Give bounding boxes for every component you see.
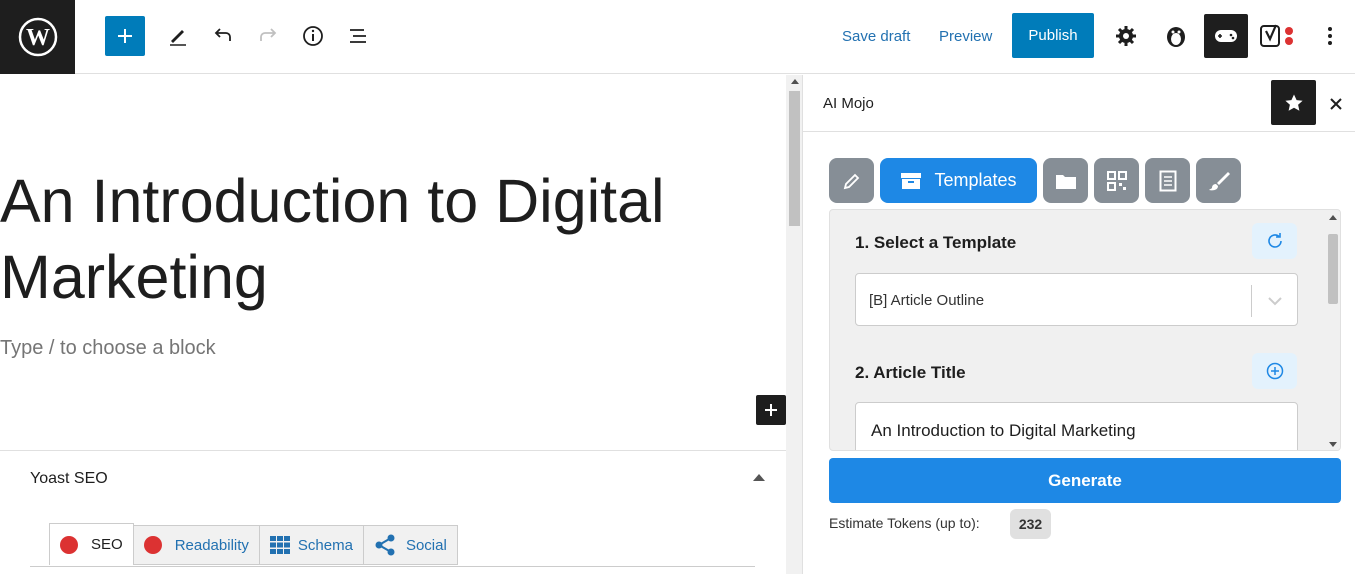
sidebar-title: AI Mojo <box>823 95 874 112</box>
list-view-button[interactable] <box>336 14 380 58</box>
pin-star-button[interactable] <box>1271 80 1316 125</box>
penguin-plugin-button[interactable] <box>1154 14 1198 58</box>
divider <box>30 566 755 567</box>
red-dot-icon <box>60 535 78 554</box>
info-icon <box>303 26 323 46</box>
details-button[interactable] <box>291 14 335 58</box>
gamepad-plugin-button[interactable] <box>1204 14 1248 58</box>
collapse-caret-icon[interactable] <box>753 474 765 481</box>
pencil-icon <box>170 30 186 46</box>
brush-icon <box>1208 171 1230 190</box>
editor-canvas: An Introduction to Digital Marketing Typ… <box>0 75 786 574</box>
penguin-icon <box>1167 27 1185 47</box>
scroll-up-arrow-icon[interactable] <box>1329 215 1337 220</box>
inline-block-inserter-button[interactable] <box>756 395 786 425</box>
tab-label: Schema <box>297 536 353 554</box>
tab-readability[interactable]: Readability <box>133 525 260 565</box>
generate-button[interactable]: Generate <box>829 458 1341 503</box>
yoast-tabs: SEO Readability Schema Social <box>49 523 458 565</box>
gear-icon <box>1116 26 1136 46</box>
undo-icon <box>214 28 231 41</box>
star-icon <box>1284 94 1303 111</box>
archive-box-icon <box>901 172 922 189</box>
document-icon <box>1159 170 1176 191</box>
editor-scrollbar[interactable] <box>786 75 803 574</box>
tool-document-button[interactable] <box>1145 158 1190 203</box>
tools-button[interactable] <box>156 14 200 58</box>
block-inserter-button[interactable] <box>105 16 145 56</box>
tool-templates-label: Templates <box>934 170 1017 190</box>
tab-social[interactable]: Social <box>363 525 458 565</box>
svg-text:W: W <box>26 25 50 51</box>
wordpress-logo-icon[interactable]: W <box>0 0 75 74</box>
tab-label: SEO <box>91 536 123 553</box>
block-placeholder[interactable]: Type / to choose a block <box>0 337 216 360</box>
yoast-seo-panel: Yoast SEO SEO Readability Schema Social <box>0 450 786 574</box>
tool-folder-button[interactable] <box>1043 158 1088 203</box>
scroll-down-arrow-icon[interactable] <box>1329 442 1337 447</box>
select-separator <box>1251 285 1252 317</box>
settings-button[interactable] <box>1104 14 1148 58</box>
select-template-label: 1. Select a Template <box>855 233 1017 252</box>
yoast-panel-title[interactable]: Yoast SEO <box>30 470 108 488</box>
tool-templates-button[interactable]: Templates <box>880 158 1037 203</box>
tab-seo[interactable]: SEO <box>49 523 134 565</box>
tab-label: Social <box>405 536 447 554</box>
ai-mojo-sidebar: AI Mojo Templates 1. Select a Template [… <box>803 75 1355 574</box>
preview-button[interactable]: Preview <box>939 28 992 45</box>
tool-write-button[interactable] <box>829 158 874 203</box>
close-sidebar-button[interactable] <box>1325 93 1347 115</box>
options-button[interactable] <box>1308 14 1352 58</box>
scrollbar-thumb[interactable] <box>789 91 800 226</box>
scrollbar-thumb[interactable] <box>1328 234 1338 304</box>
share-icon <box>375 534 395 556</box>
template-select-value: [B] Article Outline <box>869 292 985 309</box>
yoast-icon <box>1260 24 1293 47</box>
redo-icon <box>260 28 277 41</box>
redo-button[interactable] <box>246 14 290 58</box>
more-vertical-icon <box>1328 27 1332 45</box>
estimate-tokens-label: Estimate Tokens (up to): <box>829 515 980 531</box>
red-dot-icon <box>143 536 162 554</box>
plus-circle-icon <box>1266 362 1283 380</box>
undo-button[interactable] <box>201 14 245 58</box>
list-view-icon <box>350 29 366 43</box>
publish-button[interactable]: Publish <box>1012 13 1094 58</box>
article-title-value: An Introduction to Digital Marketing <box>871 421 1136 440</box>
refresh-templates-button[interactable] <box>1252 223 1297 259</box>
article-title-label: 2. Article Title <box>855 363 966 382</box>
yoast-plugin-button[interactable] <box>1255 14 1299 58</box>
pencil-icon <box>843 173 859 189</box>
close-icon <box>1330 98 1342 110</box>
gamepad-icon <box>1215 30 1237 42</box>
tab-schema[interactable]: Schema <box>259 525 364 565</box>
token-count-badge: 232 <box>1010 509 1051 539</box>
ai-tool-tabs: Templates <box>829 158 1247 203</box>
tab-label: Readability <box>174 536 249 554</box>
template-form-panel: 1. Select a Template [B] Article Outline… <box>829 209 1341 451</box>
panel-scrollbar[interactable] <box>1326 210 1340 450</box>
editor-header: W Save draft Preview Publish <box>0 0 1355 74</box>
article-title-input[interactable]: An Introduction to Digital Marketing <box>855 402 1298 450</box>
refresh-icon <box>1267 233 1282 248</box>
folder-icon <box>1055 174 1076 189</box>
save-draft-button[interactable]: Save draft <box>842 28 910 45</box>
post-title[interactable]: An Introduction to Digital Marketing <box>0 163 740 315</box>
tool-brush-button[interactable] <box>1196 158 1241 203</box>
grid-icon <box>269 536 290 554</box>
scroll-up-arrow-icon[interactable] <box>791 79 799 84</box>
template-select[interactable]: [B] Article Outline <box>855 273 1298 326</box>
add-field-button[interactable] <box>1252 353 1297 389</box>
chevron-down-icon[interactable] <box>1265 291 1285 311</box>
sidebar-header: AI Mojo <box>803 75 1355 132</box>
plus-icon <box>118 29 132 43</box>
plus-icon <box>765 404 777 416</box>
qr-code-icon <box>1106 170 1127 191</box>
tool-qr-button[interactable] <box>1094 158 1139 203</box>
